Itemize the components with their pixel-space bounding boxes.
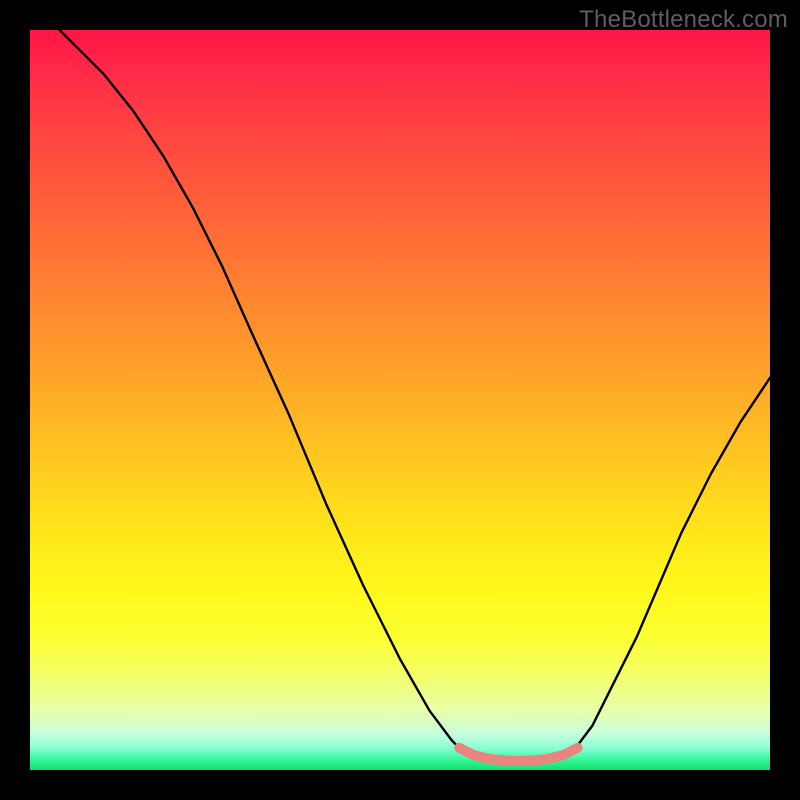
outer-frame: TheBottleneck.com	[0, 0, 800, 800]
plot-area	[30, 30, 770, 770]
watermark-text: TheBottleneck.com	[579, 6, 788, 34]
bottleneck-curve	[60, 30, 770, 761]
valley-highlight	[459, 748, 577, 761]
chart-overlay	[30, 30, 770, 770]
